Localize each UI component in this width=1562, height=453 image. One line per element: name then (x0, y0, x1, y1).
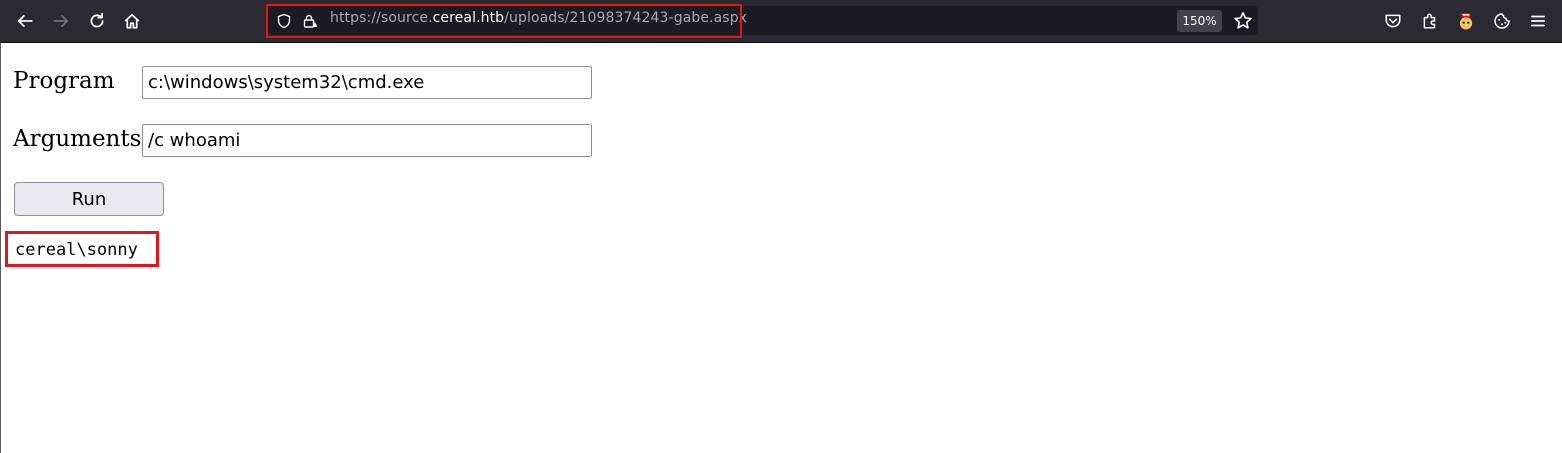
url-domain: cereal.htb (432, 10, 505, 26)
arguments-label: Arguments (13, 126, 142, 152)
home-icon[interactable] (117, 6, 147, 36)
extension-avatar-icon[interactable] (1454, 9, 1478, 33)
menu-icon[interactable] (1526, 9, 1550, 33)
browser-toolbar: https://source.cereal.htb/uploads/210983… (0, 0, 1562, 43)
arguments-input[interactable]: /c whoami (142, 124, 592, 157)
shield-icon[interactable] (275, 12, 293, 30)
extensions-icon[interactable] (1418, 9, 1442, 33)
program-input[interactable]: c:\windows\system32\cmd.exe (142, 66, 592, 99)
program-label: Program (13, 68, 115, 94)
url-path: /uploads/21098374243-gabe.aspx (504, 10, 748, 26)
pocket-icon[interactable] (1381, 9, 1405, 33)
back-icon[interactable] (10, 6, 40, 36)
output-highlight-annotation (5, 231, 159, 267)
zoom-indicator[interactable]: 150% (1177, 10, 1222, 32)
forward-icon[interactable] (46, 6, 76, 36)
cookie-icon[interactable] (1490, 9, 1514, 33)
url-text[interactable]: https://source.cereal.htb/uploads/210983… (330, 10, 747, 26)
url-prefix: https://source. (330, 10, 433, 26)
lock-warning-icon[interactable] (301, 12, 319, 30)
run-button[interactable]: Run (14, 182, 164, 216)
star-icon[interactable] (1233, 11, 1253, 31)
page-content: Program c:\windows\system32\cmd.exe Argu… (0, 43, 1562, 453)
reload-icon[interactable] (82, 6, 112, 36)
